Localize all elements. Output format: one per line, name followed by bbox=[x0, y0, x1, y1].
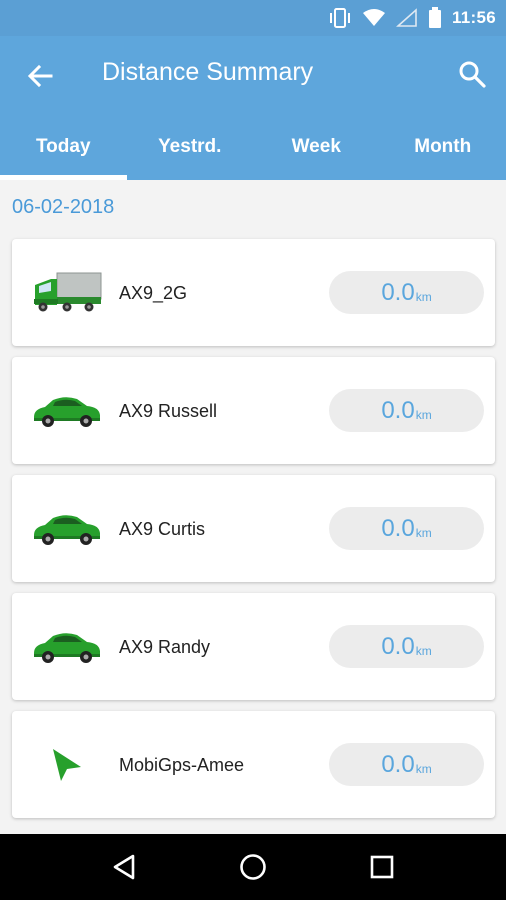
distance-value: 0.0 bbox=[381, 750, 415, 778]
date-label: 06-02-2018 bbox=[12, 196, 115, 218]
tab-week[interactable]: Week bbox=[253, 114, 380, 180]
status-bar: 11:56 bbox=[0, 0, 506, 36]
vehicle-name: AX9 Russell bbox=[119, 401, 218, 421]
distance-value: 0.0 bbox=[381, 278, 415, 306]
nav-home-button[interactable] bbox=[228, 842, 278, 892]
nav-back-button[interactable] bbox=[99, 842, 149, 892]
app-bar: Distance Summary bbox=[0, 36, 506, 114]
tab-week-label: Week bbox=[291, 136, 341, 157]
car-icon bbox=[30, 385, 104, 437]
tab-yesterday-label: Yestrd. bbox=[158, 136, 222, 157]
distance-unit: km bbox=[415, 290, 432, 304]
nav-back-icon bbox=[114, 854, 135, 880]
distance-unit: km bbox=[415, 526, 432, 540]
distance-badge: 0.0 km bbox=[329, 271, 484, 314]
list-item[interactable]: MobiGps-Amee 0.0 km bbox=[12, 711, 495, 818]
car-icon bbox=[30, 621, 104, 673]
tab-today-label: Today bbox=[35, 136, 91, 157]
car-icon bbox=[30, 503, 104, 555]
tab-today[interactable]: Today bbox=[0, 114, 127, 180]
vehicle-name: AX9_2G bbox=[119, 283, 188, 303]
signal-icon bbox=[395, 8, 418, 28]
navigation-arrow-icon bbox=[30, 739, 104, 791]
distance-unit: km bbox=[415, 762, 432, 776]
battery-icon bbox=[428, 7, 442, 29]
vehicle-name: AX9 Curtis bbox=[119, 519, 206, 539]
vehicle-name: AX9 Randy bbox=[119, 637, 211, 657]
system-nav-bar bbox=[0, 834, 506, 900]
nav-home-icon bbox=[240, 854, 266, 880]
period-tabs: Today Yestrd. Week Month bbox=[0, 114, 506, 180]
distance-badge: 0.0 km bbox=[329, 625, 484, 668]
distance-unit: km bbox=[415, 408, 432, 422]
distance-value: 0.0 bbox=[381, 396, 415, 424]
vehicle-name: MobiGps-Amee bbox=[119, 755, 245, 775]
page-title: Distance Summary bbox=[102, 58, 314, 86]
list-item[interactable]: AX9 Russell 0.0 km bbox=[12, 357, 495, 464]
search-button[interactable] bbox=[454, 56, 490, 92]
list-item[interactable]: AX9 Curtis 0.0 km bbox=[12, 475, 495, 582]
vibrate-icon bbox=[328, 7, 352, 29]
back-button[interactable] bbox=[22, 58, 58, 94]
nav-recents-icon bbox=[370, 855, 393, 879]
arrow-left-icon bbox=[27, 64, 53, 88]
vehicle-list: AX9_2G 0.0 km AX9 Russell 0.0 km AX9 Cur… bbox=[12, 239, 495, 829]
truck-icon bbox=[30, 267, 104, 319]
tab-yesterday[interactable]: Yestrd. bbox=[127, 114, 254, 180]
wifi-icon bbox=[362, 8, 386, 28]
search-icon bbox=[459, 61, 486, 88]
distance-value: 0.0 bbox=[381, 514, 415, 542]
distance-unit: km bbox=[415, 644, 432, 658]
distance-badge: 0.0 km bbox=[329, 507, 484, 550]
list-item[interactable]: AX9 Randy 0.0 km bbox=[12, 593, 495, 700]
distance-badge: 0.0 km bbox=[329, 389, 484, 432]
nav-recents-button[interactable] bbox=[357, 842, 407, 892]
list-item[interactable]: AX9_2G 0.0 km bbox=[12, 239, 495, 346]
status-time: 11:56 bbox=[451, 8, 496, 27]
tab-month-label: Month bbox=[414, 136, 472, 157]
distance-badge: 0.0 km bbox=[329, 743, 484, 786]
distance-value: 0.0 bbox=[381, 632, 415, 660]
tab-month[interactable]: Month bbox=[380, 114, 506, 180]
